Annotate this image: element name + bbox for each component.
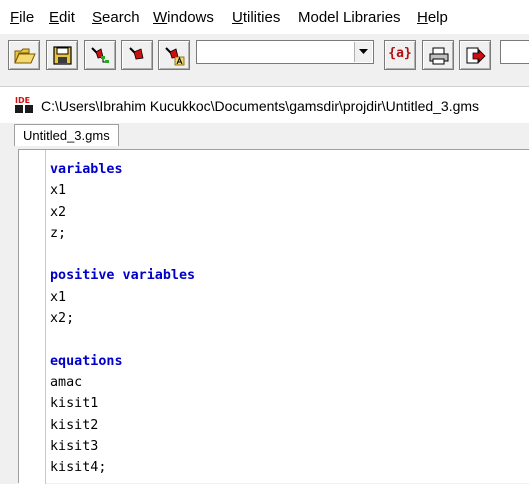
printer-icon bbox=[429, 47, 449, 65]
code-text: variables x1 x2 z; positive variables x1 x2; eq… bbox=[50, 159, 195, 478]
code-line: x2 bbox=[50, 204, 67, 220]
code-line-keyword: positive variables bbox=[50, 268, 196, 284]
tab-strip: Untitled_3.gms bbox=[0, 123, 529, 149]
editor-gutter bbox=[19, 150, 46, 484]
code-editor[interactable]: variables x1 x2 z; positive variables x1 x2; eq… bbox=[18, 149, 529, 484]
code-line: z; bbox=[50, 225, 67, 241]
save-button[interactable] bbox=[46, 40, 78, 70]
menu-windows[interactable]: Windows bbox=[153, 9, 214, 26]
open-button[interactable] bbox=[8, 40, 40, 70]
model-library-label: {a} bbox=[388, 46, 412, 61]
code-line-keyword: variables bbox=[50, 162, 123, 177]
code-line: x1 bbox=[50, 183, 67, 199]
open-folder-icon bbox=[14, 48, 36, 64]
file-combo[interactable] bbox=[196, 40, 374, 64]
toolbar: {a} bbox=[0, 34, 529, 76]
window-titlebar: IDE C:\Users\Ibrahim Kucukkoc\Documents\… bbox=[0, 87, 529, 123]
goto-button[interactable] bbox=[459, 40, 491, 70]
ide-app-icon: IDE bbox=[15, 96, 33, 113]
run-alt-button[interactable] bbox=[158, 40, 190, 70]
code-line: kisit1 bbox=[50, 396, 99, 412]
save-disk-icon bbox=[53, 46, 72, 65]
code-line: kisit4; bbox=[50, 460, 107, 476]
code-line: x1 bbox=[50, 289, 67, 305]
menu-bar: File Edit Search Windows Utilities Model… bbox=[0, 0, 529, 34]
goto-arrow-icon bbox=[466, 47, 486, 64]
run-tree-icon bbox=[91, 47, 109, 63]
code-line-keyword: equations bbox=[50, 353, 123, 369]
run-alt-icon bbox=[165, 47, 185, 66]
menu-model-libraries[interactable]: Model Libraries bbox=[298, 9, 401, 26]
code-line: x2; bbox=[50, 311, 75, 327]
code-line: amac bbox=[50, 374, 83, 390]
print-button[interactable] bbox=[422, 40, 454, 70]
menu-search[interactable]: Search bbox=[92, 9, 140, 26]
menu-help[interactable]: Help bbox=[417, 9, 448, 26]
svg-text:IDE: IDE bbox=[15, 96, 30, 105]
run-tree-button[interactable] bbox=[84, 40, 116, 70]
run-button[interactable] bbox=[121, 40, 153, 70]
combo-dropdown-button[interactable] bbox=[354, 42, 372, 62]
model-library-button[interactable]: {a} bbox=[384, 40, 416, 70]
code-line: kisit3 bbox=[50, 438, 99, 454]
menu-utilities[interactable]: Utilities bbox=[232, 9, 280, 26]
menu-file[interactable]: File bbox=[10, 9, 34, 26]
tab-untitled-3[interactable]: Untitled_3.gms bbox=[14, 124, 119, 146]
menu-edit[interactable]: Edit bbox=[49, 9, 75, 26]
run-icon bbox=[129, 47, 144, 60]
secondary-combo[interactable] bbox=[500, 40, 529, 64]
code-line: kisit2 bbox=[50, 417, 99, 433]
chevron-down-icon bbox=[359, 49, 368, 54]
window-title: C:\Users\Ibrahim Kucukkoc\Documents\gams… bbox=[41, 98, 480, 114]
document-window: IDE C:\Users\Ibrahim Kucukkoc\Documents\… bbox=[0, 86, 529, 484]
